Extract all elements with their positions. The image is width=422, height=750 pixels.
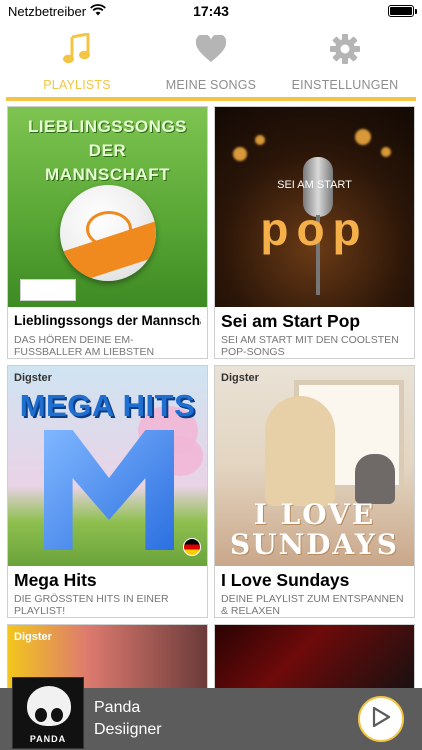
tab-einstellungen-label: EINSTELLUNGEN (291, 78, 399, 92)
panda-eye (35, 708, 47, 722)
status-bar: Netzbetreiber 17:43 (0, 0, 422, 22)
tab-meine-songs[interactable]: MEINE SONGS (151, 22, 271, 92)
panda-image (27, 686, 71, 726)
tab-einstellungen[interactable]: EINSTELLUNGEN (285, 22, 405, 92)
digster-logo: Digster (14, 372, 52, 384)
card-info: I Love Sundays Deine Playlist zum Entspa… (215, 566, 414, 617)
playlist-description: Das Hören deine EM-Fussballer am liebste… (14, 334, 155, 358)
panda-eye (51, 708, 63, 722)
battery-icon (388, 5, 417, 17)
cat-image (355, 454, 395, 504)
gear-icon (328, 32, 362, 66)
carrier-label: Netzbetreiber (8, 3, 87, 19)
card-info: Lieblingssongs der Mannschaft Das Hören … (8, 307, 207, 358)
playlist-title: Mega Hits (14, 570, 97, 590)
cover-title: MEGA HITS (19, 388, 196, 423)
football-image (60, 185, 156, 281)
tab-playlists-label: PLAYLISTS (43, 78, 111, 92)
status-left: Netzbetreiber (8, 4, 106, 19)
bokeh-light (233, 147, 247, 161)
track-title: Panda (94, 699, 141, 716)
letter-m-graphic (44, 430, 174, 550)
tab-playlists[interactable]: PLAYLISTS (17, 22, 137, 92)
playlist-card-mega-hits[interactable]: Digster MEGA HITS Mega Hits Die grössten… (7, 365, 208, 618)
card-info: Mega Hits Die grössten Hits in einer Pla… (8, 566, 207, 617)
tab-bar: PLAYLISTS MEINE SONGS EINSTELLUNGEN (0, 22, 422, 100)
playlist-card-lieblingssongs[interactable]: LIEBLINGSSONGS DER MANNSCHAFT Lieblingss… (7, 106, 208, 359)
heart-icon (194, 32, 228, 66)
active-tab-indicator (6, 97, 416, 101)
bokeh-light (355, 129, 371, 145)
playlist-title: Sei am Start Pop (221, 311, 361, 331)
cover-heading-line: DER (88, 141, 127, 160)
cover-heading-line: SUNDAYS (229, 528, 400, 561)
artwork-title: PANDA (29, 734, 67, 744)
bokeh-light (381, 147, 391, 157)
play-icon (371, 706, 391, 733)
card-info: Sei am Start Pop Sei am Start mit den co… (215, 307, 414, 358)
battery-level (390, 7, 412, 15)
now-playing-artwork: PANDA (12, 677, 84, 749)
digster-logo: Digster (221, 372, 259, 384)
playlist-grid: LIEBLINGSSONGS DER MANNSCHAFT Lieblingss… (7, 106, 415, 704)
playlist-title: I Love Sundays (221, 570, 350, 590)
tab-meine-songs-label: MEINE SONGS (165, 78, 257, 92)
cover-subtitle: SEI AM START (277, 179, 352, 191)
person-image (265, 396, 335, 506)
now-playing-bar[interactable]: PANDA Panda Desiigner (0, 677, 422, 750)
bokeh-light (255, 135, 265, 145)
playlist-description: Sei am Start mit den coolsten Pop-Songs (221, 334, 399, 358)
wifi-icon (90, 3, 106, 19)
playlist-description: Deine Playlist zum Entspannen & relaxen (221, 593, 404, 617)
sponsor-logo (20, 279, 76, 301)
track-info: Panda Desiigner (94, 698, 162, 740)
playlist-card-i-love-sundays[interactable]: Digster I LOVE SUNDAYS I Love Sundays De… (214, 365, 415, 618)
track-artist: Desiigner (94, 721, 162, 738)
cover-heading-line: MANNSCHAFT (45, 165, 170, 184)
digster-logo: Digster (14, 631, 52, 643)
music-note-icon (60, 32, 94, 66)
playlist-description: Die grössten Hits in einer Playlist! (14, 593, 169, 617)
cover-title: pop (260, 203, 369, 255)
playlist-cover: SEI AM START pop (215, 107, 414, 307)
play-button[interactable] (358, 696, 404, 742)
playlist-cover: Digster I LOVE SUNDAYS (215, 366, 414, 566)
german-flag-icon (183, 538, 201, 556)
cover-heading-line: I LOVE (253, 498, 376, 531)
playlist-cover: Digster MEGA HITS (8, 366, 207, 566)
cover-heading-line: LIEBLINGSSONGS (27, 117, 188, 136)
playlist-card-sei-am-start-pop[interactable]: SEI AM START pop Sei am Start Pop Sei am… (214, 106, 415, 359)
playlist-cover: LIEBLINGSSONGS DER MANNSCHAFT (8, 107, 207, 307)
playlist-title: Lieblingssongs der Mannschaft (14, 313, 201, 328)
